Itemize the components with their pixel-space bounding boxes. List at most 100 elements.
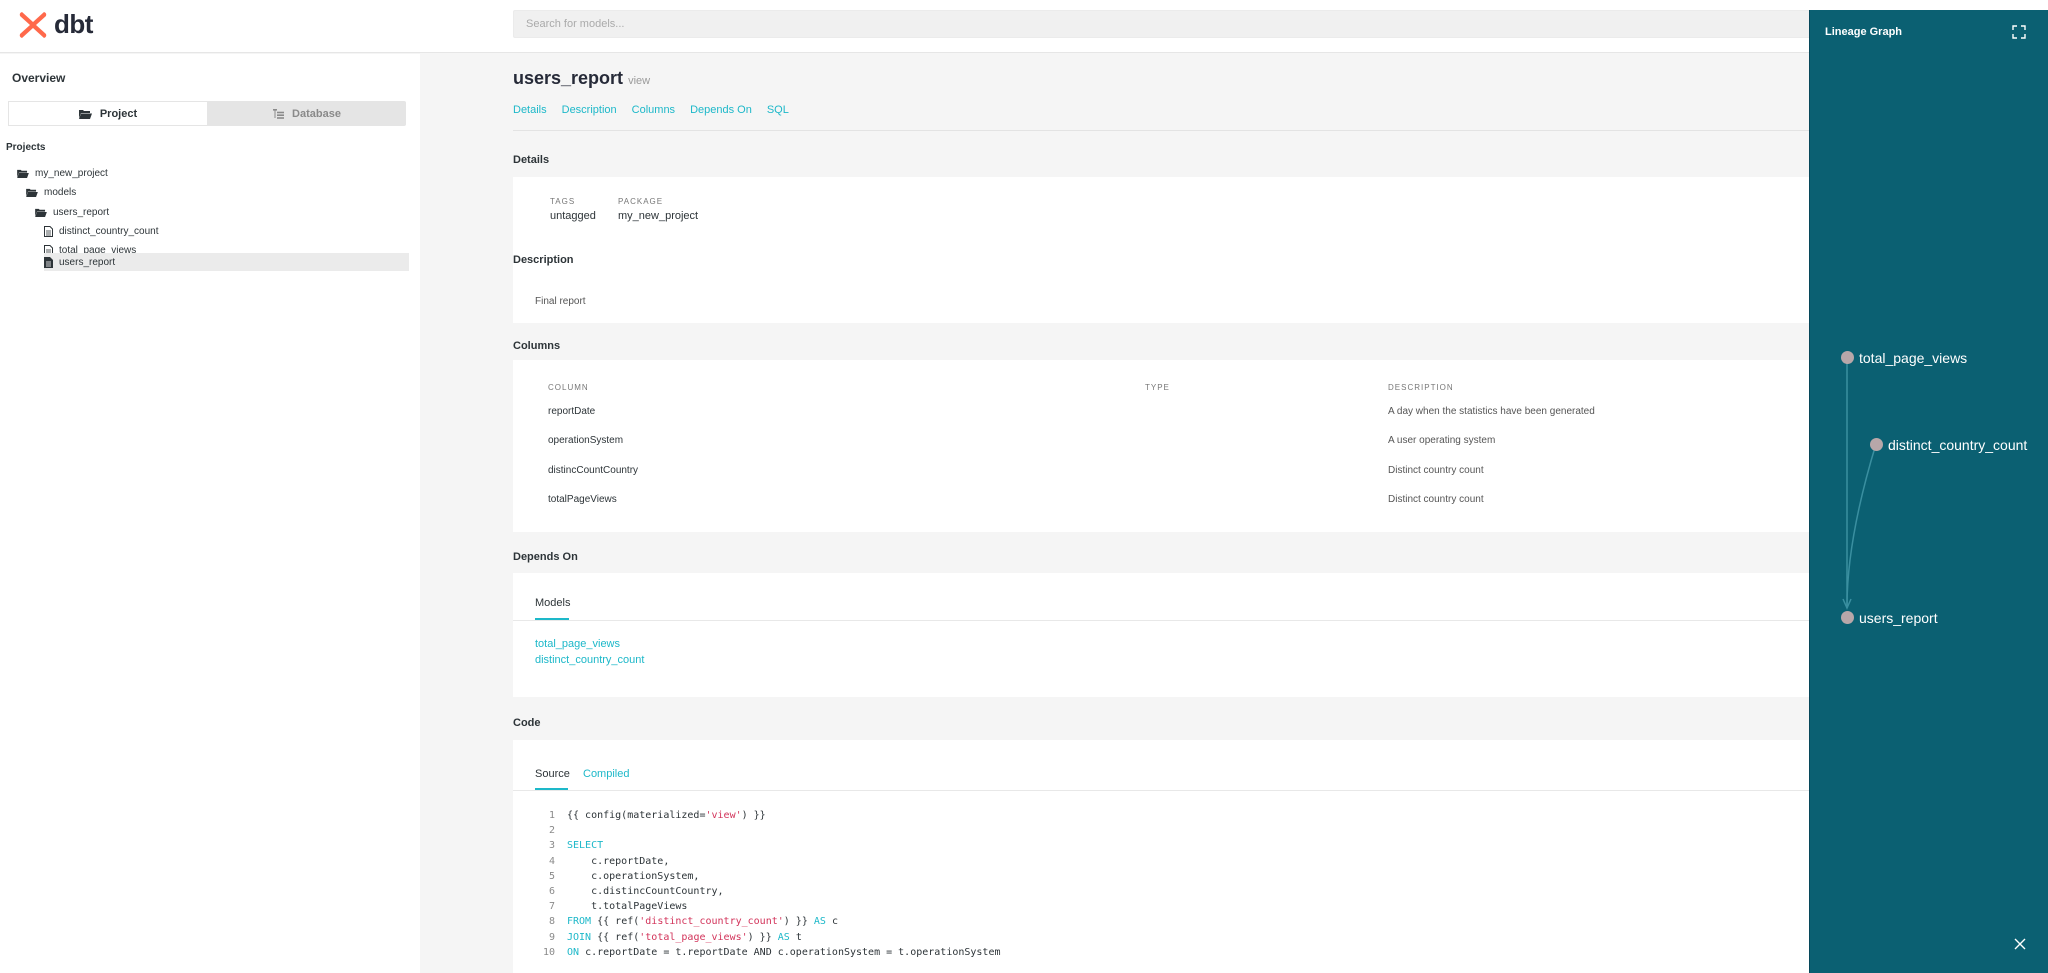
model-type-label: view	[628, 75, 651, 87]
code-line: 5 c.operationSystem,	[533, 871, 699, 886]
tree-item-models[interactable]: models	[26, 183, 76, 201]
line-number: 4	[548, 855, 555, 867]
code-heading: Code	[513, 717, 541, 729]
description-text: Final report	[535, 296, 586, 307]
dbt-logo-icon	[19, 11, 47, 38]
database-tree-icon	[273, 108, 285, 119]
line-number: 5	[548, 870, 555, 882]
database-tab-label: Database	[292, 107, 341, 120]
close-icon[interactable]	[2014, 938, 2026, 950]
depends-on-card: Models total_page_views distinct_country…	[513, 573, 1809, 697]
code-text: t.totalPageViews	[567, 901, 688, 913]
depends-on-heading: Depends On	[513, 551, 578, 563]
column-header-description: DESCRIPTION	[1388, 383, 1454, 392]
package-label: PACKAGE	[618, 197, 664, 206]
code-line: 10 ON c.reportDate = t.reportDate AND c.o…	[533, 947, 1001, 962]
folder-open-icon	[26, 188, 38, 197]
code-line: 6 c.distincCountCountry,	[533, 886, 724, 901]
tab-description[interactable]: Description	[562, 104, 617, 116]
column-header-type: TYPE	[1145, 383, 1170, 392]
node-label-distinct-country-count[interactable]: distinct_country_count	[1888, 437, 2027, 453]
app-header: dbt	[0, 0, 2048, 53]
column-description-cell: Distinct country count	[1388, 494, 1484, 505]
overview-link[interactable]: Overview	[12, 71, 65, 85]
edge-distinct-country-count-users-report	[1846, 443, 1877, 607]
dependency-link-total-page-views[interactable]: total_page_views	[535, 638, 620, 650]
node-users-report[interactable]	[1841, 611, 1854, 624]
package-value: my_new_project	[618, 210, 699, 222]
project-tab-label: Project	[99, 107, 138, 120]
code-text: FROM {{ ref('distinct_country_count') }}…	[567, 916, 838, 928]
code-text: SELECT	[567, 840, 604, 852]
lineage-graph-panel: Lineage Graph total_page_views distinct_…	[1809, 10, 2048, 973]
tree-item-label: models	[44, 186, 77, 198]
file-filled-icon	[44, 256, 53, 268]
tags-value: untagged	[550, 210, 596, 222]
lineage-edges	[1842, 357, 1877, 610]
node-total-page-views[interactable]	[1841, 351, 1854, 364]
code-card: Source Compiled 1 {{ config(materialized=…	[513, 740, 1809, 973]
tree-item-label: my_new_project	[35, 167, 108, 179]
tree-item-my-new-project[interactable]: my_new_project	[17, 164, 108, 182]
model-detail-main: users_report view Details Description Co…	[513, 54, 1809, 973]
tabs-divider	[513, 130, 1809, 131]
tab-depends-on[interactable]: Depends On	[690, 104, 752, 116]
code-text: c.operationSystem,	[567, 870, 700, 882]
database-tab-button[interactable]: Database	[208, 101, 406, 126]
depends-models-tab[interactable]: Models	[535, 597, 570, 609]
node-label-users-report[interactable]: users_report	[1859, 610, 1938, 626]
code-line: 3 SELECT	[533, 840, 603, 855]
column-name-cell: reportDate	[548, 406, 596, 417]
tab-columns[interactable]: Columns	[632, 104, 675, 116]
code-text: c.distincCountCountry,	[567, 886, 724, 897]
section-tabs: Details Description Columns Depends On S…	[513, 104, 789, 116]
code-line: 2	[533, 825, 567, 840]
code-line: 8 FROM {{ ref('distinct_country_count') }…	[533, 916, 838, 931]
details-card: TAGS untagged PACKAGE my_new_project	[513, 177, 1809, 291]
folder-open-icon	[35, 208, 47, 217]
tree-item-users-report[interactable]: users_report	[44, 253, 409, 271]
dbt-logo[interactable]: dbt	[18, 9, 93, 40]
code-text: c.reportDate,	[567, 855, 670, 867]
line-number: 2	[548, 825, 555, 837]
code-line: 7 t.totalPageViews	[533, 901, 687, 916]
tree-item-label: distinct_country_count	[59, 225, 159, 237]
code-line: 4 c.reportDate,	[533, 856, 669, 871]
projects-heading: Projects	[6, 142, 46, 153]
columns-table: COLUMN TYPE DESCRIPTION reportDate A day…	[513, 360, 1809, 532]
column-name-cell: operationSystem	[548, 435, 624, 446]
project-tab-button[interactable]: Project	[8, 101, 208, 126]
description-card: Final report	[513, 279, 1809, 323]
source-tab[interactable]: Source	[535, 768, 570, 780]
line-number: 3	[548, 840, 555, 852]
search-input[interactable]	[513, 10, 2033, 38]
tabs-divider	[513, 790, 1809, 791]
tree-item-label: users_report	[59, 256, 116, 268]
dependency-link-distinct-country-count[interactable]: distinct_country_count	[535, 654, 644, 666]
file-icon	[44, 225, 53, 237]
compiled-tab[interactable]: Compiled	[583, 768, 629, 780]
project-database-switcher: Project Database	[8, 101, 406, 126]
line-number: 1	[548, 810, 555, 821]
tree-item-label: users_report	[53, 206, 110, 218]
tree-item-users-report-folder[interactable]: users_report	[35, 203, 109, 221]
code-text: JOIN {{ ref('total_page_views') }} AS t	[567, 931, 802, 943]
column-description-cell: A user operating system	[1388, 435, 1496, 446]
folder-open-icon	[17, 169, 29, 178]
page-title: users_report	[513, 68, 624, 88]
tree-item-distinct-country-count[interactable]: distinct_country_count	[44, 222, 159, 240]
columns-heading: Columns	[513, 340, 561, 352]
code-line: 1 {{ config(materialized='view') }}	[533, 810, 766, 825]
code-text: ON c.reportDate = t.reportDate AND c.ope…	[567, 946, 1001, 958]
tab-details[interactable]: Details	[513, 104, 547, 116]
line-number: 9	[548, 931, 555, 943]
tab-sql[interactable]: SQL	[767, 104, 789, 116]
description-heading: Description	[513, 254, 574, 266]
model-title-row: users_report view	[513, 68, 650, 89]
code-line: 9 JOIN {{ ref('total_page_views') }} AS t	[533, 932, 802, 947]
node-label-total-page-views[interactable]: total_page_views	[1859, 350, 1967, 366]
node-distinct-country-count[interactable]	[1870, 438, 1883, 451]
tabs-divider	[513, 620, 1809, 621]
tags-label: TAGS	[550, 197, 576, 206]
sidebar: Overview Project Database Projects my_ne…	[0, 54, 420, 973]
